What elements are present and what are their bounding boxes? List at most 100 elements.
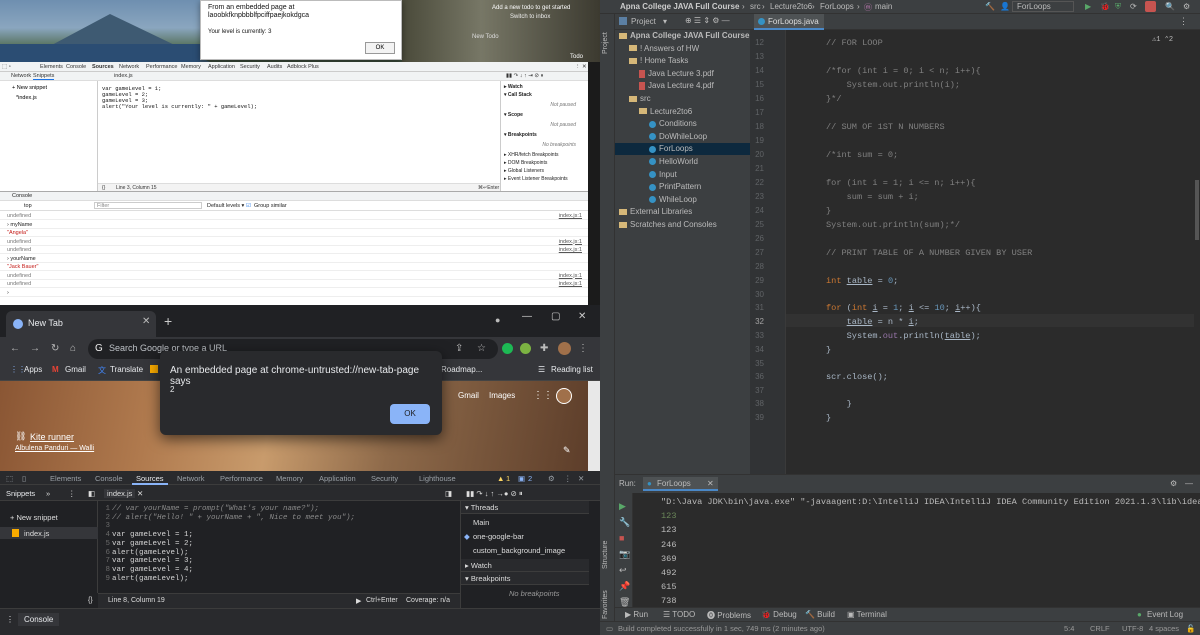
java-editor[interactable]: // FOR LOOP /*for (int i = 0; i < n; i++… bbox=[786, 30, 1194, 474]
edit-pencil-icon[interactable]: ✎ bbox=[563, 445, 571, 456]
close-icon[interactable]: ✕ bbox=[578, 474, 584, 483]
forward-arrow-icon[interactable]: → bbox=[30, 343, 40, 354]
tree-item[interactable]: Scratches and Consoles bbox=[619, 220, 717, 229]
tree-item[interactable]: Apna College JAVA Full Course bbox=[619, 31, 749, 40]
kebab-menu-icon[interactable]: ⋮ bbox=[68, 489, 76, 498]
user-icon[interactable]: 👤 bbox=[1000, 2, 1010, 11]
line-separator[interactable]: CRLF bbox=[1090, 624, 1110, 633]
restore-icon[interactable]: ↩ bbox=[619, 565, 627, 576]
debug-tool-button[interactable]: 🐞 Debug bbox=[761, 610, 797, 619]
devtools-tab[interactable]: Performance bbox=[220, 474, 263, 483]
minimize-icon[interactable]: — bbox=[522, 311, 532, 322]
build-hammer-icon[interactable]: 🔨 bbox=[985, 2, 995, 11]
event-log-icon[interactable]: ● bbox=[1137, 610, 1142, 619]
bookmark-item[interactable]: Translate bbox=[110, 365, 143, 374]
event-log-button[interactable]: Event Log bbox=[1147, 610, 1183, 619]
tree-item[interactable]: Java Lecture 4.pdf bbox=[639, 81, 714, 90]
snippet-file[interactable]: *index.js bbox=[16, 95, 37, 101]
warning-icon[interactable]: ▲ bbox=[497, 474, 504, 483]
run-snippet-button[interactable]: Ctrl+Enter bbox=[366, 597, 398, 604]
run-icon[interactable]: ▶ bbox=[1085, 2, 1091, 11]
nav-tab-network[interactable]: Network bbox=[11, 73, 31, 79]
tree-item[interactable]: PrintPattern bbox=[649, 182, 701, 191]
debugger-controls[interactable]: ▮▮ ↷ ↓ ↑ ⇥ ⊘ ⏸ bbox=[506, 73, 543, 80]
stop-icon[interactable] bbox=[1145, 1, 1156, 12]
inspect-icon[interactable]: ⬚ bbox=[6, 474, 13, 483]
tree-item[interactable]: External Libraries bbox=[619, 207, 692, 216]
terminal-tool-button[interactable]: ▣ Terminal bbox=[847, 610, 887, 619]
devtools-tab[interactable]: Console bbox=[66, 64, 86, 70]
snippets-tab[interactable]: Snippets bbox=[6, 489, 35, 498]
run-snippet-icon[interactable]: ▶ bbox=[356, 597, 361, 605]
levels-dropdown[interactable]: Default levels ▾ bbox=[207, 203, 244, 209]
debugger-controls[interactable]: ▮▮ ↷ ↓ ↑ →● ⊘ ⏸ bbox=[466, 489, 523, 499]
callstack-section[interactable]: ▾ Call Stack bbox=[504, 92, 532, 98]
indent-setting[interactable]: 4 spaces bbox=[1149, 624, 1179, 633]
breadcrumb-method[interactable]: main bbox=[875, 2, 892, 11]
console-source-link[interactable]: index.js:1 bbox=[559, 247, 582, 253]
kebab-menu-icon[interactable]: ⋮ bbox=[578, 343, 588, 354]
watch-section[interactable]: ▸ Watch bbox=[504, 84, 523, 90]
file-tab[interactable]: index.js bbox=[114, 73, 133, 79]
lock-icon[interactable]: 🔓 bbox=[1186, 624, 1195, 633]
thread-item[interactable]: one-google-bar bbox=[473, 532, 524, 541]
puzzle-icon[interactable]: ✚ bbox=[540, 343, 548, 354]
maximize-icon[interactable]: ▢ bbox=[551, 311, 560, 322]
new-snippet-button[interactable]: + New snippet bbox=[12, 85, 47, 91]
kebab-menu-icon[interactable]: ⋮ bbox=[6, 615, 14, 624]
tree-item[interactable]: src bbox=[629, 94, 651, 103]
debug-icon[interactable]: 🐞 bbox=[1100, 2, 1110, 11]
structure-tool-button[interactable]: Structure bbox=[602, 541, 609, 569]
devtools-tab[interactable]: Adblock Plus bbox=[287, 64, 319, 70]
watch-header[interactable]: ▸ Watch bbox=[461, 559, 589, 572]
run-console-output[interactable]: "D:\Java JDK\bin\java.exe" "-javaagent:D… bbox=[633, 493, 1200, 608]
browser-tab[interactable]: New Tab ✕ bbox=[6, 311, 156, 337]
snippet-file-row[interactable]: index.js bbox=[0, 527, 98, 539]
console-source-link[interactable]: index.js:1 bbox=[559, 273, 582, 279]
problems-tool-button[interactable]: ⓿ Problems bbox=[707, 610, 751, 621]
caret-position[interactable]: 5:4 bbox=[1064, 624, 1074, 633]
devtools-tab[interactable]: Memory bbox=[276, 474, 303, 483]
devtools-tab[interactable]: Performance bbox=[146, 64, 178, 70]
close-tab-icon[interactable]: ✕ bbox=[142, 316, 150, 327]
nav-tab-snippets[interactable]: Snippets bbox=[33, 73, 55, 80]
kebab-menu-icon[interactable]: ⋮ bbox=[564, 474, 572, 483]
run-tool-button[interactable]: ▶ Run bbox=[625, 610, 648, 619]
gear-icon[interactable]: ⚙ bbox=[1170, 479, 1177, 488]
console-source-link[interactable]: index.js:1 bbox=[559, 239, 582, 245]
todo-switch-link[interactable]: Switch to inbox bbox=[510, 14, 550, 20]
images-link[interactable]: Images bbox=[489, 391, 515, 400]
toggle-navigator-icon[interactable]: ◧ bbox=[88, 489, 95, 498]
editor-scrollbar[interactable] bbox=[1194, 30, 1200, 474]
share-icon[interactable]: ⇪ bbox=[455, 343, 463, 354]
profile-icon[interactable]: ⟳ bbox=[1130, 2, 1137, 11]
avatar[interactable] bbox=[558, 342, 571, 355]
device-icon[interactable]: ▯ bbox=[22, 474, 26, 483]
close-icon[interactable]: ✕ bbox=[707, 479, 714, 488]
camera-icon[interactable]: 📷 bbox=[619, 549, 630, 560]
close-icon[interactable]: ⋮ ✕ bbox=[575, 64, 587, 70]
tree-item[interactable]: HelloWorld bbox=[649, 157, 698, 166]
format-icon[interactable]: {} bbox=[88, 597, 93, 604]
tree-item[interactable]: Input bbox=[649, 170, 677, 179]
dialog-ok-button[interactable]: OK bbox=[390, 404, 430, 424]
console-source-link[interactable]: index.js:1 bbox=[559, 281, 582, 287]
gear-icon[interactable]: ⚙ bbox=[548, 474, 555, 483]
coverage-icon[interactable]: ⛨ bbox=[1115, 2, 1121, 12]
reading-list-button[interactable]: Reading list bbox=[551, 365, 593, 374]
devtools-menu-icon[interactable]: ⬚ ▫ bbox=[2, 64, 11, 70]
extension-icon[interactable] bbox=[502, 343, 513, 354]
project-toolbar-icons[interactable]: ⊕ ☰ ⇕ ⚙ — bbox=[685, 16, 730, 25]
new-tab-plus-icon[interactable]: + bbox=[164, 313, 172, 329]
reload-icon[interactable]: ↻ bbox=[51, 343, 59, 354]
code-editor[interactable]: var gameLevel = 1; gameLevel = 2; gameLe… bbox=[98, 81, 500, 183]
rerun-icon[interactable]: ▶ bbox=[619, 501, 626, 512]
devtools-tab[interactable]: Elements bbox=[50, 474, 81, 483]
global-listeners-section[interactable]: ▸ Global Listeners bbox=[504, 168, 544, 174]
devtools-tab[interactable]: Lighthouse bbox=[419, 474, 456, 483]
dom-breakpoints-section[interactable]: ▸ DOM Breakpoints bbox=[504, 160, 547, 166]
devtools-tab[interactable]: Network bbox=[119, 64, 139, 70]
devtools-tab[interactable]: Elements bbox=[40, 64, 63, 70]
more-tabs-icon[interactable]: » bbox=[46, 489, 50, 498]
breadcrumb-package[interactable]: Lecture2to6 bbox=[770, 2, 812, 11]
